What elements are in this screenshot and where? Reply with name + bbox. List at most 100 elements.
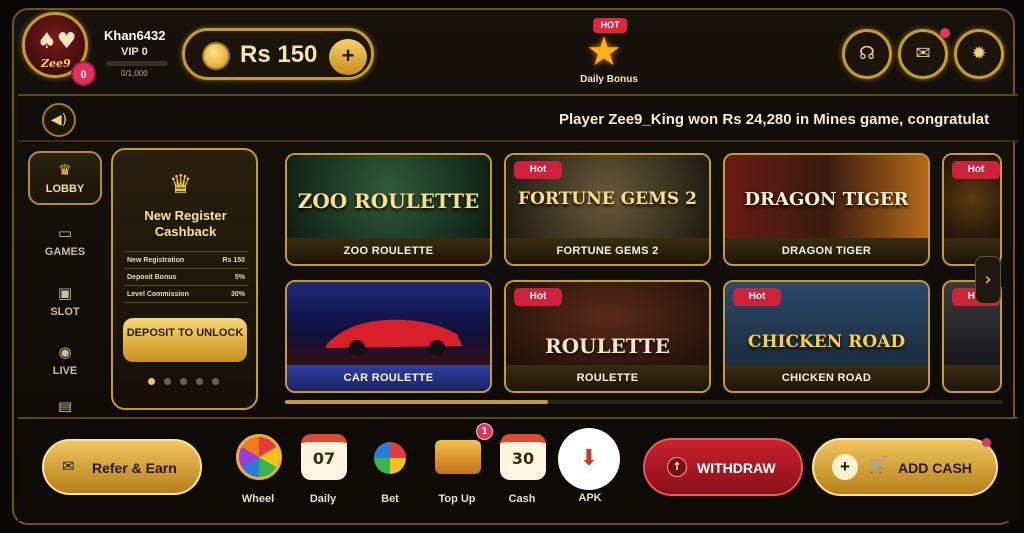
settings-button[interactable]: ✹: [954, 29, 1004, 79]
next-page-button[interactable]: ›: [975, 256, 1001, 304]
treasure-chest-icon: [435, 440, 481, 474]
hot-badge: Hot: [514, 288, 562, 306]
game-art-title: ZOO ROULETTE: [297, 189, 480, 213]
sidebar-item-more[interactable]: ▤: [28, 398, 102, 412]
game-label: CAR ROULETTE: [287, 365, 490, 391]
crown-icon: ♛: [169, 170, 193, 200]
top-up-badge: 1: [476, 423, 493, 440]
calendar-icon: 30: [500, 434, 546, 480]
sidebar-item-label: SLOT: [50, 306, 80, 318]
sidebar-item-label: LIVE: [52, 365, 78, 377]
promo-card: ♛ New Register Cashback New Registration…: [111, 148, 258, 410]
game-art-title: FORTUNE GEMS 2: [518, 189, 697, 209]
wheel-button[interactable]: Wheel: [228, 432, 288, 512]
announcement-bar: ◀) Player Zee9_King won Rs 24,280 in Min…: [18, 94, 1018, 142]
row-value: 30%: [211, 285, 248, 303]
red-car-image: [325, 319, 462, 356]
game-label: ZOO ROULETTE: [287, 238, 490, 264]
hot-badge: Hot: [514, 161, 562, 179]
apk-download-button[interactable]: ⬇: [558, 428, 620, 490]
sidebar-item-games[interactable]: ▭ GAMES: [28, 224, 102, 258]
apk-label: APK: [578, 492, 602, 504]
wheel-icon: [236, 434, 282, 480]
game-tile-chicken-road[interactable]: CHICKEN ROAD Hot CHICKEN ROAD: [723, 280, 930, 393]
deposit-to-unlock-button[interactable]: DEPOSIT TO UNLOCK: [123, 318, 247, 362]
sidebar-item-live[interactable]: ◉ LIVE: [28, 343, 102, 377]
arrow-up-icon: ↑: [667, 457, 687, 477]
carousel-dots: [148, 378, 228, 386]
game-art-title: CHICKEN ROAD: [747, 332, 906, 352]
gamepad-icon: ▭: [57, 224, 73, 242]
game-label: FORTUNE GEMS 2: [506, 238, 709, 264]
gear-icon: ✹: [971, 43, 987, 64]
vip-progress-bar: [106, 61, 168, 66]
promo-table: New Registration Rs 150 Deposit Bonus 5% L…: [124, 251, 248, 303]
gift-icon: ✉: [62, 457, 75, 475]
add-cash-label: ADD CASH: [898, 460, 972, 476]
game-tile-dragon-tiger[interactable]: DRAGON TIGER DRAGON TIGER: [723, 153, 930, 266]
cart-icon: 🛒: [868, 455, 888, 474]
download-icon: ⬇: [579, 446, 599, 471]
star-icon: ★: [586, 29, 622, 75]
game-label: [944, 365, 1000, 391]
carousel-dot[interactable]: [148, 378, 155, 385]
plus-icon: +: [832, 454, 858, 480]
balance-amount: Rs 150: [240, 41, 318, 68]
sidebar-item-slot[interactable]: ▣ SLOT: [28, 284, 102, 318]
carousel-dot[interactable]: [180, 378, 187, 385]
calendar-icon: 07: [301, 434, 347, 480]
sidebar-item-lobby[interactable]: ♛ LOBBY: [28, 151, 102, 205]
row-label: New Registration: [124, 251, 212, 269]
bet-button[interactable]: Bet: [360, 432, 420, 512]
table-row: New Registration Rs 150: [124, 251, 248, 269]
refer-and-earn-button[interactable]: ✉ Refer & Earn: [42, 439, 202, 495]
carousel-dot[interactable]: [164, 378, 171, 385]
game-label: DRAGON TIGER: [725, 238, 928, 264]
tool-label: Daily: [309, 493, 337, 505]
row-label: Deposit Bonus: [124, 268, 212, 286]
vip-progress-text: 0/1,000: [121, 69, 148, 78]
daily-button[interactable]: 07 Daily: [293, 432, 353, 512]
play-circle-icon: ◉: [58, 343, 72, 361]
withdraw-button[interactable]: ↑ WITHDRAW: [643, 438, 803, 496]
tool-label: Cash: [508, 493, 536, 505]
table-row: Level Commission 30%: [124, 285, 248, 303]
top-up-button[interactable]: Top Up: [427, 432, 487, 512]
add-cash-button[interactable]: + 🛒 ADD CASH: [812, 438, 998, 496]
roulette-chip-icon: [374, 442, 406, 474]
row-label: Level Commission: [124, 285, 212, 303]
game-tile-car-roulette[interactable]: CAR ROULETTE: [285, 280, 492, 393]
sidebar-item-label: LOBBY: [45, 183, 85, 195]
row-value: Rs 150: [211, 251, 248, 269]
calendar-icon: ▤: [57, 398, 73, 412]
add-balance-button[interactable]: +: [329, 39, 367, 75]
game-label: CHICKEN ROAD: [725, 365, 928, 391]
game-art-title: ROULETTE: [544, 334, 671, 358]
game-tile-zoo-roulette[interactable]: ZOO ROULETTE ZOO ROULETTE: [285, 153, 492, 266]
hot-badge: Hot: [733, 288, 781, 306]
withdraw-label: WITHDRAW: [697, 460, 776, 476]
carousel-dot[interactable]: [196, 378, 203, 385]
row-value: 5%: [211, 268, 248, 286]
game-tile-roulette[interactable]: ROULETTE Hot ROULETTE: [504, 280, 711, 393]
chevron-right-icon: ›: [984, 269, 992, 290]
speaker-icon[interactable]: ◀): [42, 103, 76, 137]
daily-bonus-button[interactable]: HOT ★ Daily Bonus: [578, 16, 638, 86]
game-tile-partial[interactable]: Hot: [942, 153, 1002, 266]
headset-icon: ☊: [859, 43, 875, 64]
table-row: Deposit Bonus 5%: [124, 268, 248, 286]
support-button[interactable]: ☊: [842, 29, 892, 79]
game-art: [287, 282, 490, 368]
cards-icon: ♠♥: [37, 29, 77, 54]
avatar-brand: Zee9: [41, 57, 71, 70]
cash-button[interactable]: 30 Cash: [492, 432, 552, 512]
mail-icon: ✉: [915, 43, 931, 64]
balance-display: Rs 150 +: [182, 28, 374, 80]
tool-label: Top Up: [438, 493, 476, 505]
game-tile-fortune-gems-2[interactable]: FORTUNE GEMS 2 Hot FORTUNE GEMS 2: [504, 153, 711, 266]
carousel-dot[interactable]: [212, 378, 219, 385]
avatar-badge: 0: [73, 63, 94, 84]
hot-badge: Hot: [952, 161, 1000, 179]
games-scrollbar-thumb[interactable]: [285, 400, 548, 404]
promo-title: New Register Cashback: [144, 208, 227, 239]
